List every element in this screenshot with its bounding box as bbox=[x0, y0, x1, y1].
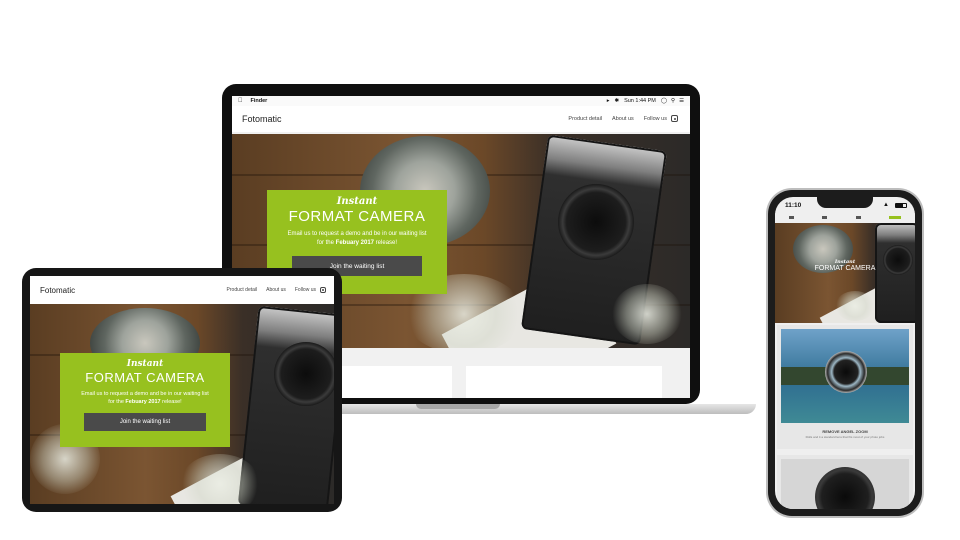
phone-card-subcaption: Rolls and it a standard lens that fits m… bbox=[805, 435, 885, 439]
promo-script-heading: Instant bbox=[126, 359, 164, 369]
menu-list-icon[interactable]: ☰ bbox=[679, 98, 684, 104]
join-waiting-list-button[interactable]: Join the waiting list bbox=[84, 413, 206, 431]
phone-tab-bar bbox=[775, 213, 915, 221]
nav-about-us[interactable]: About us bbox=[612, 116, 634, 122]
nav-product-detail[interactable]: Product detail bbox=[227, 287, 258, 293]
lens-in-hand-image bbox=[825, 351, 867, 393]
site-nav-links: Product detail About us Follow us bbox=[227, 287, 334, 293]
phone-screen: 11:10 ▲ Instant FORMAT CAMERA REMOVE ANG… bbox=[775, 197, 915, 509]
instagram-icon[interactable] bbox=[671, 115, 678, 122]
tablet-screen: Fotomatic Product detail About us Follow… bbox=[30, 276, 334, 504]
promo-title: FORMAT CAMERA bbox=[85, 370, 205, 385]
nav-follow-us[interactable]: Follow us bbox=[295, 287, 316, 293]
instagram-icon[interactable] bbox=[320, 287, 326, 293]
nav-follow-us[interactable]: Follow us bbox=[644, 116, 667, 122]
wifi-icon[interactable]: ◯ bbox=[661, 98, 667, 104]
volume-icon[interactable]: ▸ bbox=[607, 98, 610, 104]
phone-product-card[interactable] bbox=[777, 455, 913, 509]
promo-body: Email us to request a demo and be in our… bbox=[81, 391, 209, 405]
nav-about-us[interactable]: About us bbox=[266, 287, 286, 293]
tab-icon[interactable] bbox=[855, 215, 861, 219]
apple-icon[interactable]:  bbox=[238, 98, 243, 104]
promo-title: FORMAT CAMERA bbox=[288, 208, 426, 225]
phone-hero-photo bbox=[775, 223, 915, 323]
phone-card-photo bbox=[781, 459, 909, 509]
site-nav-links: Product detail About us Follow us bbox=[568, 115, 690, 122]
phone-notch bbox=[817, 196, 873, 208]
bluetooth-icon[interactable]: ✱ bbox=[614, 98, 619, 104]
tab-icon-active[interactable] bbox=[888, 215, 901, 219]
tablet-site-navbar: Fotomatic Product detail About us Follow… bbox=[30, 276, 334, 304]
battery-icon bbox=[895, 203, 907, 208]
promo-script-heading: Instant bbox=[336, 196, 378, 207]
menubar-clock[interactable]: Sun 1:44 PM bbox=[624, 98, 656, 104]
spotlight-search-icon[interactable]: ⚲ bbox=[671, 98, 675, 104]
site-brand[interactable]: Fotomatic bbox=[40, 286, 75, 295]
site-brand[interactable]: Fotomatic bbox=[242, 114, 282, 124]
mac-menu-bar:  Finder ▸ ✱ Sun 1:44 PM ◯ ⚲ ☰ bbox=[232, 96, 690, 106]
promo-title: FORMAT CAMERA bbox=[814, 265, 876, 272]
laptop-site-navbar: Fotomatic Product detail About us Follow… bbox=[232, 106, 690, 132]
phone-product-card[interactable]: REMOVE ANGEL ZOOM Rolls and it a standar… bbox=[777, 325, 913, 449]
content-card bbox=[466, 366, 662, 398]
laptop-trackpad-notch bbox=[416, 404, 500, 409]
menubar-app-name[interactable]: Finder bbox=[251, 98, 268, 104]
signal-icon: ▲ bbox=[883, 202, 889, 208]
nav-product-detail[interactable]: Product detail bbox=[568, 116, 602, 122]
phone-promo-overlay: Instant FORMAT CAMERA bbox=[775, 259, 915, 272]
phone-card-photo bbox=[781, 329, 909, 423]
promo-body: Email us to request a demo and be in our… bbox=[287, 231, 427, 246]
tablet-promo-box: Instant FORMAT CAMERA Email us to reques… bbox=[60, 353, 230, 447]
phone-clock: 11:10 bbox=[785, 202, 802, 209]
phone-card-caption: REMOVE ANGEL ZOOM bbox=[822, 429, 868, 434]
tab-icon[interactable] bbox=[789, 215, 795, 219]
tab-icon[interactable] bbox=[822, 215, 828, 219]
